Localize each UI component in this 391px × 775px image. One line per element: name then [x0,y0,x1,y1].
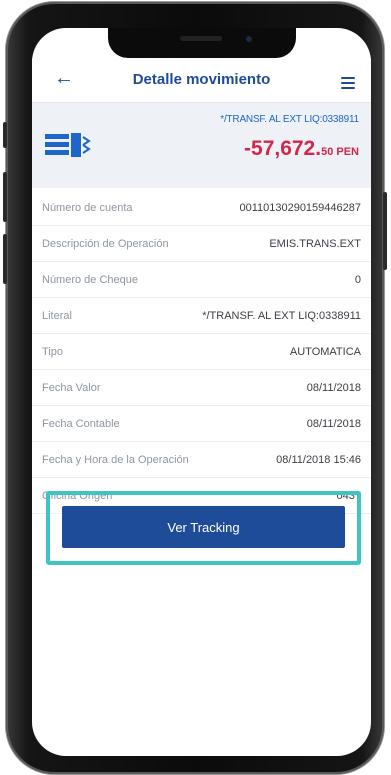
transaction-amount: -57,672.50 PEN [244,137,359,161]
detail-value: 0 [354,274,361,286]
front-camera [246,36,252,42]
tracking-highlight: Ver Tracking [46,491,361,565]
detail-value: AUTOMATICA [289,346,361,358]
detail-label: Descripción de Operación [42,238,169,250]
speaker-grille [180,36,222,41]
mute-switch [3,122,7,148]
phone-frame: ← Detalle movimiento */TRANSF. AL EXT LI… [3,2,387,774]
detail-row-value-date: Fecha Valor 08/11/2018 [32,370,371,406]
detail-value: */TRANSF. AL EXT LIQ:0338911 [202,310,361,322]
transaction-summary: */TRANSF. AL EXT LIQ:0338911 -57,672.50 … [32,103,371,188]
power-button [383,192,387,270]
hamburger-icon[interactable] [341,77,355,92]
app-header: ← Detalle movimiento [32,58,371,103]
detail-value: 00110130290159446287 [239,202,361,214]
detail-row-check-number: Número de Cheque 0 [32,262,371,298]
detail-label: Literal [42,310,72,322]
page-title: Detalle movimiento [132,71,271,88]
phone-screen: ← Detalle movimiento */TRANSF. AL EXT LI… [32,28,371,756]
detail-label: Fecha Contable [42,418,120,430]
detail-value: 08/11/2018 15:46 [276,454,361,466]
transaction-reference: */TRANSF. AL EXT LIQ:0338911 [220,114,359,125]
transfer-icon [45,133,91,157]
detail-label: Fecha y Hora de la Operación [42,454,189,466]
detail-label: Número de Cheque [42,274,139,286]
detail-value: 08/11/2018 [306,418,361,430]
ver-tracking-button[interactable]: Ver Tracking [62,506,345,548]
detail-value: EMIS.TRANS.EXT [269,238,361,250]
detail-row-operation-datetime: Fecha y Hora de la Operación 08/11/2018 1… [32,442,371,478]
detail-label: Fecha Valor [42,382,101,394]
detail-row-type: Tipo AUTOMATICA [32,334,371,370]
detail-row-account-number: Número de cuenta 00110130290159446287 [32,190,371,226]
detail-value: 08/11/2018 [306,382,361,394]
detail-row-accounting-date: Fecha Contable 08/11/2018 [32,406,371,442]
notch [108,28,296,58]
volume-up-button [3,172,7,222]
detail-row-literal: Literal */TRANSF. AL EXT LIQ:0338911 [32,298,371,334]
amount-integer: -57,672. [244,137,322,160]
volume-down-button [3,234,7,284]
detail-label: Tipo [42,346,63,358]
detail-row-description: Descripción de Operación EMIS.TRANS.EXT [32,226,371,262]
detail-list: Número de cuenta 00110130290159446287 Des… [32,190,371,514]
detail-label: Número de cuenta [42,202,133,214]
amount-decimals-currency: 50 PEN [321,146,359,158]
